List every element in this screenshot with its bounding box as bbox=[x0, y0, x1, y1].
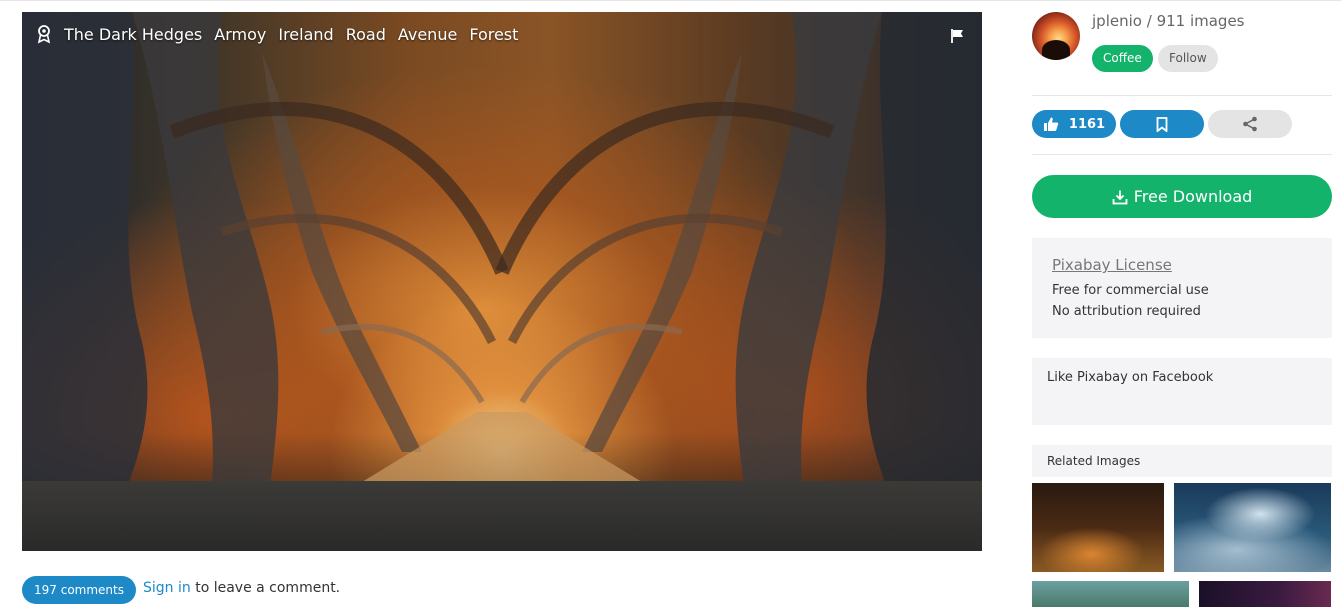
like-button[interactable]: 1161 bbox=[1032, 110, 1116, 138]
license-link[interactable]: Pixabay License bbox=[1052, 256, 1172, 274]
avatar-silhouette bbox=[1042, 40, 1070, 60]
thumbs-up-icon bbox=[1043, 117, 1059, 131]
top-divider bbox=[0, 0, 1341, 1]
tag-forest[interactable]: Forest bbox=[469, 25, 518, 44]
photo-road bbox=[22, 481, 982, 551]
facebook-like-text: Like Pixabay on Facebook bbox=[1047, 370, 1214, 385]
license-attribution-text: No attribution required bbox=[1052, 304, 1201, 319]
flag-icon[interactable] bbox=[950, 28, 966, 44]
comments-count-badge[interactable]: 197 comments bbox=[22, 576, 136, 604]
main-photo[interactable]: The Dark Hedges Armoy Ireland Road Avenu… bbox=[22, 12, 982, 551]
related-thumbnail[interactable] bbox=[1199, 581, 1331, 607]
tag-ireland[interactable]: Ireland bbox=[278, 25, 333, 44]
photo-trees-illustration bbox=[22, 12, 982, 551]
user-separator: / bbox=[1146, 12, 1152, 30]
facebook-panel: Like Pixabay on Facebook bbox=[1032, 358, 1332, 425]
divider-top bbox=[1032, 95, 1332, 96]
download-icon bbox=[1112, 190, 1128, 204]
coffee-button[interactable]: Coffee bbox=[1092, 45, 1153, 72]
related-thumbnail[interactable] bbox=[1174, 483, 1331, 572]
share-icon bbox=[1243, 116, 1257, 132]
divider-bottom bbox=[1032, 154, 1332, 155]
related-images-title: Related Images bbox=[1047, 454, 1141, 468]
bookmark-button[interactable] bbox=[1120, 110, 1204, 138]
tag-road[interactable]: Road bbox=[346, 25, 386, 44]
related-thumbnail[interactable] bbox=[1032, 581, 1189, 607]
photo-tags: The Dark Hedges Armoy Ireland Road Avenu… bbox=[36, 24, 530, 44]
license-commercial-text: Free for commercial use bbox=[1052, 283, 1209, 298]
free-download-button[interactable]: Free Download bbox=[1032, 175, 1332, 218]
signin-link[interactable]: Sign in bbox=[143, 580, 191, 596]
free-download-label: Free Download bbox=[1133, 187, 1253, 206]
like-count: 1161 bbox=[1068, 116, 1106, 132]
related-images-header: Related Images bbox=[1032, 445, 1332, 477]
tag-avenue[interactable]: Avenue bbox=[398, 25, 457, 44]
tag-armoy[interactable]: Armoy bbox=[214, 25, 266, 44]
avatar[interactable] bbox=[1032, 12, 1080, 60]
award-icon bbox=[36, 24, 52, 44]
related-thumbnail[interactable] bbox=[1032, 483, 1164, 572]
follow-button[interactable]: Follow bbox=[1158, 45, 1218, 72]
bookmark-icon bbox=[1156, 116, 1168, 132]
license-panel: Pixabay License Free for commercial use … bbox=[1032, 238, 1332, 338]
user-images-link[interactable]: 911 images bbox=[1157, 12, 1245, 30]
share-button[interactable] bbox=[1208, 110, 1292, 138]
signin-prompt: Sign in to leave a comment. bbox=[143, 580, 340, 596]
username-link[interactable]: jplenio bbox=[1092, 12, 1142, 30]
tag-the-dark-hedges[interactable]: The Dark Hedges bbox=[64, 25, 202, 44]
signin-suffix: to leave a comment. bbox=[195, 580, 341, 596]
user-info: jplenio / 911 images bbox=[1092, 12, 1245, 30]
